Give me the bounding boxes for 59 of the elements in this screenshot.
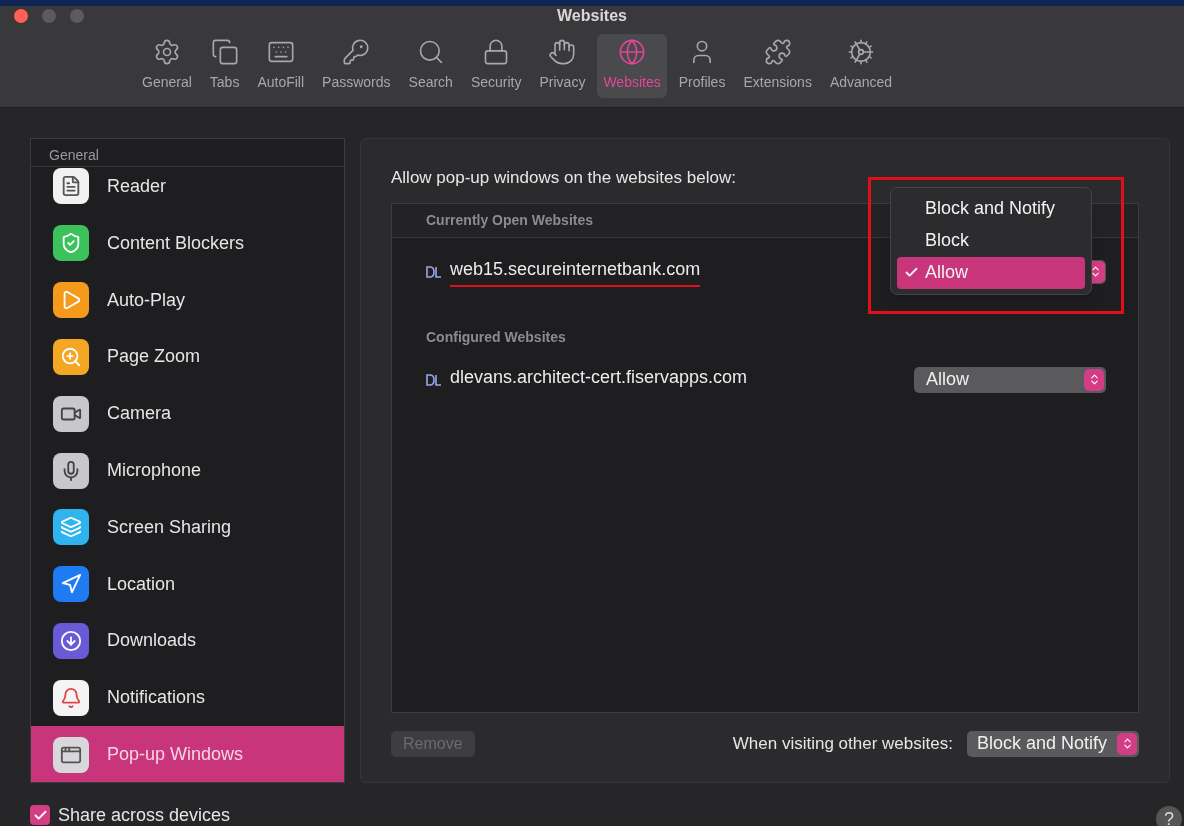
popup-select[interactable]: Allow [914, 366, 1106, 393]
close-button[interactable] [14, 9, 28, 23]
sidebar-item[interactable]: Content Blockers [31, 215, 344, 272]
key-icon [342, 38, 371, 66]
tabs-icon [210, 38, 239, 66]
share-label: Share across devices [58, 803, 231, 826]
menu-item[interactable]: Block [897, 224, 1085, 257]
sidebar-item[interactable]: Microphone [31, 442, 344, 499]
share-checkbox[interactable] [30, 805, 50, 825]
windows-icon [53, 509, 89, 546]
play-icon [53, 282, 89, 319]
help-button[interactable]: ? [1156, 806, 1182, 826]
sidebar-item[interactable]: Notifications [31, 669, 344, 727]
video-camera-icon [53, 395, 89, 432]
checkmark-icon [903, 265, 919, 280]
sidebar-item[interactable]: Auto-Play [31, 271, 344, 329]
sidebar-item[interactable]: Reader [31, 167, 344, 215]
download-icon [53, 622, 89, 659]
stepper-icon [1084, 368, 1104, 391]
gears-icon [847, 38, 876, 66]
sidebar-item[interactable]: Downloads [31, 612, 344, 670]
toolbar-tab[interactable]: Security [464, 34, 528, 98]
toolbar-tab[interactable]: General [136, 34, 198, 98]
toolbar-tab[interactable]: Profiles [672, 34, 732, 98]
puzzle-icon [763, 38, 792, 66]
toolbar-tab[interactable]: Privacy [533, 34, 592, 98]
menu-item[interactable]: Block and Notify [897, 192, 1085, 225]
toolbar-tab[interactable]: Advanced [823, 34, 899, 98]
document-icon [53, 168, 89, 204]
globe-icon [618, 38, 647, 66]
menu-item[interactable]: Allow [897, 256, 1085, 289]
toolbar-tab[interactable]: Search [402, 34, 459, 98]
microphone-icon [53, 452, 89, 489]
toolbar-tab[interactable]: Extensions [737, 34, 818, 98]
bell-icon [53, 679, 89, 716]
sidebar-item[interactable]: Pop-up Windows [31, 726, 344, 782]
site-domain: web15.secureinternetbank.com [450, 256, 701, 287]
hand-icon [548, 38, 577, 66]
window-icon [53, 736, 89, 773]
section-header: Configured Websites [426, 327, 566, 347]
sidebar-item[interactable]: Screen Sharing [31, 499, 344, 556]
magnifier-icon [53, 339, 89, 375]
toolbar-tab[interactable]: AutoFill [251, 34, 311, 98]
stepper-icon [1117, 732, 1137, 755]
shield-icon [53, 225, 89, 262]
panel-heading: Allow pop-up windows on the websites below: [391, 167, 737, 189]
sidebar-item[interactable]: Page Zoom [31, 328, 344, 386]
window-title: Websites [557, 6, 627, 26]
sidebar-item[interactable]: Location [31, 555, 344, 613]
sidebar-item[interactable]: Camera [31, 385, 344, 443]
sidebar-header: General [31, 139, 344, 167]
toolbar-tab[interactable]: Tabs [203, 34, 246, 98]
other-websites-label: When visiting other websites: [732, 732, 953, 755]
popup-select[interactable]: Block and Notify [966, 730, 1139, 757]
site-favicon-icon [426, 373, 442, 386]
site-domain: dlevans.architect-cert.fiservapps.com [450, 366, 748, 389]
toolbar-tab[interactable]: Passwords [316, 34, 397, 98]
section-header: Currently Open Websites [426, 210, 593, 230]
site-favicon-icon [426, 265, 442, 278]
